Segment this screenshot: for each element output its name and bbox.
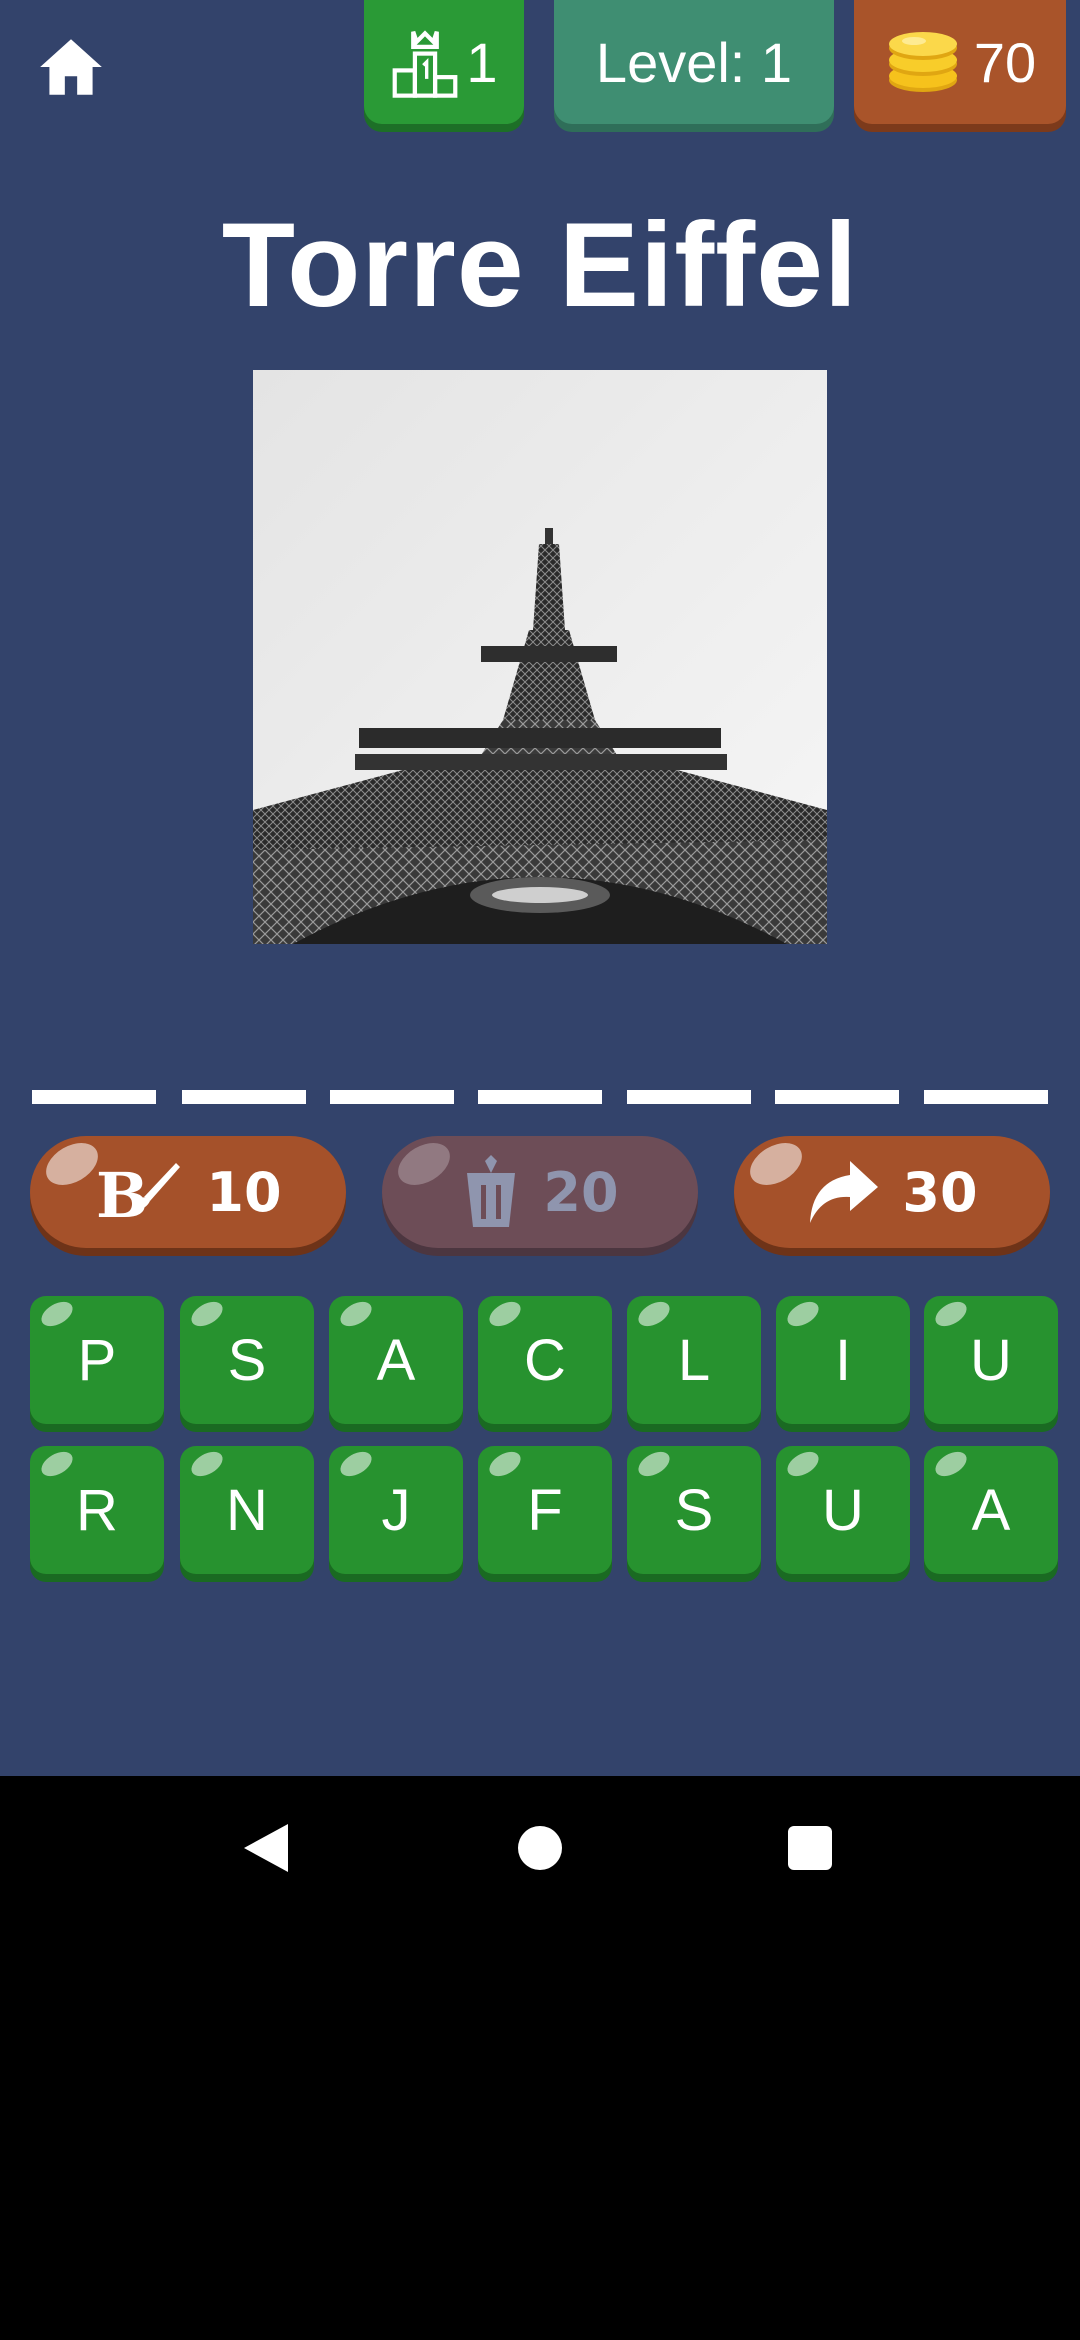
answer-slot[interactable] (32, 1090, 156, 1104)
letter-tile-label: N (226, 1477, 268, 1543)
letter-tile[interactable]: R (30, 1446, 164, 1574)
letter-tile[interactable]: A (329, 1296, 463, 1424)
letter-tile-label: S (227, 1327, 267, 1393)
letter-tile-label: R (76, 1477, 118, 1543)
letter-tile[interactable]: P (30, 1296, 164, 1424)
level-badge: Level: 1 (554, 0, 834, 124)
remove-letters-button[interactable]: 20 (382, 1134, 698, 1248)
trash-icon (467, 1155, 516, 1227)
reveal-letter-button[interactable]: B 10 (30, 1134, 346, 1248)
letter-tile-label: S (674, 1477, 714, 1543)
letter-tile-label: C (524, 1327, 566, 1393)
letter-tile-label: A (376, 1327, 416, 1393)
letter-tile[interactable]: I (776, 1296, 910, 1424)
podium-icon (393, 30, 458, 98)
rank-value: 1 (466, 30, 498, 94)
coins-value: 70 (973, 30, 1037, 94)
eiffel-tower-image (253, 370, 827, 944)
answer-slot[interactable] (775, 1090, 899, 1104)
puzzle-title: Torre Eiffel (221, 198, 859, 332)
answer-slot[interactable] (478, 1090, 602, 1104)
letter-tile-label: U (822, 1477, 864, 1543)
coins-icon (888, 32, 957, 92)
level-label: Level: 1 (595, 30, 793, 94)
answer-slot[interactable] (330, 1090, 454, 1104)
remove-letters-cost: 20 (543, 1160, 619, 1224)
letter-tile-label: I (834, 1327, 852, 1393)
letter-tile-label: U (970, 1327, 1012, 1393)
letter-tile[interactable]: N (180, 1446, 314, 1574)
reveal-letter-cost: 10 (206, 1160, 282, 1224)
letter-tile[interactable]: C (478, 1296, 612, 1424)
letter-tile[interactable]: U (776, 1446, 910, 1574)
arrow-right-icon (810, 1161, 879, 1223)
letter-tile-label: L (677, 1327, 711, 1393)
letter-tile-label: F (527, 1477, 563, 1543)
letter-tile[interactable]: U (924, 1296, 1058, 1424)
letter-tile[interactable]: J (329, 1446, 463, 1574)
puzzle-image (253, 370, 827, 944)
leaderboard-badge[interactable]: 1 (364, 0, 524, 124)
back-nav-icon[interactable] (244, 1824, 288, 1872)
answer-slot[interactable] (182, 1090, 306, 1104)
letter-tile[interactable]: F (478, 1446, 612, 1574)
paintbrush-icon: B (96, 1159, 181, 1227)
svg-text:B: B (96, 1159, 148, 1227)
home-button[interactable] (34, 30, 108, 104)
coins-badge[interactable]: 70 (854, 0, 1066, 124)
answer-slot[interactable] (627, 1090, 751, 1104)
letter-tile-label: A (971, 1477, 1011, 1543)
letter-tile[interactable]: L (627, 1296, 761, 1424)
letter-tile[interactable]: A (924, 1446, 1058, 1574)
letter-tile-label: J (381, 1477, 411, 1543)
recents-nav-icon[interactable] (788, 1826, 832, 1870)
answer-slot[interactable] (924, 1090, 1048, 1104)
letter-tile[interactable]: S (627, 1446, 761, 1574)
skip-button[interactable]: 30 (734, 1134, 1050, 1248)
letter-tile[interactable]: S (180, 1296, 314, 1424)
home-icon (40, 39, 102, 95)
skip-cost: 30 (902, 1160, 978, 1224)
letter-tile-label: P (77, 1327, 117, 1393)
home-nav-icon[interactable] (518, 1826, 562, 1870)
game-screen: 1 Level: 1 70 Torre Eiffel B 10 20 30 P … (0, 0, 1080, 1776)
